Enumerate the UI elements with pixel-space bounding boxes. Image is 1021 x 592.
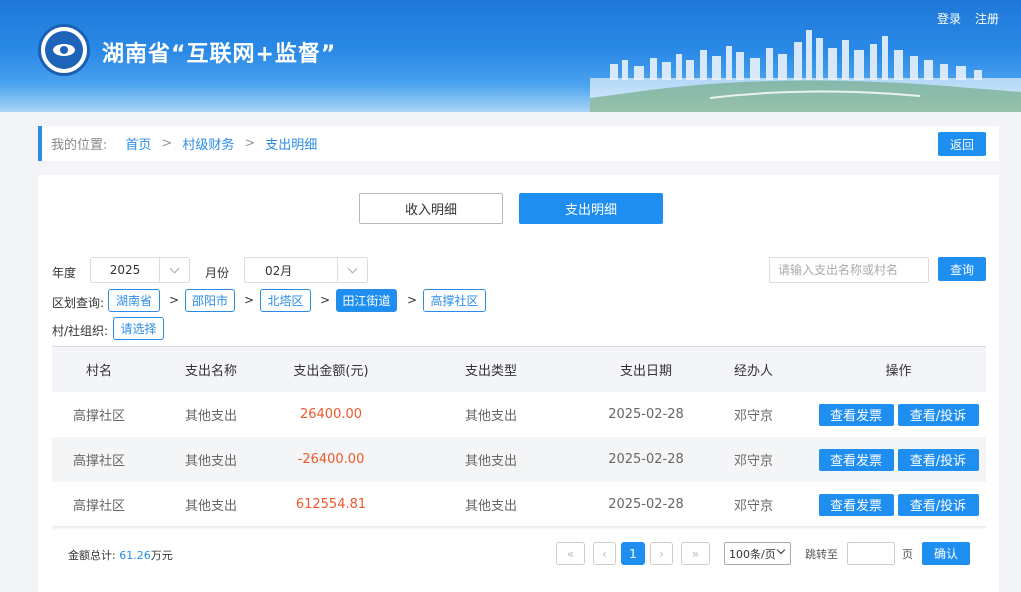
table-header: 村名 支出名称 支出金额(元) 支出类型 支出日期 经办人 操作 — [52, 346, 986, 392]
view-invoice-button[interactable]: 查看发票 — [818, 448, 894, 471]
eye-emblem-icon — [45, 31, 83, 69]
expense-table: 村名 支出名称 支出金额(元) 支出类型 支出日期 经办人 操作 高撑社区 其他… — [52, 346, 986, 527]
total-value: 61.26 — [119, 549, 151, 562]
table-row: 高撑社区 其他支出 -26400.00 其他支出 2025-02-28 邓守京 … — [52, 437, 986, 482]
village-cell: 高撑社区 — [72, 409, 125, 424]
breadcrumb-village-finance[interactable]: 村级财务 — [182, 134, 234, 153]
date-cell: 2025-02-28 — [608, 452, 684, 467]
site-title: 湖南省“互联网+监督” — [102, 42, 337, 67]
next-page-icon[interactable]: › — [650, 542, 673, 565]
handler-cell: 邓守京 — [733, 499, 773, 514]
breadcrumb-expense-detail[interactable]: 支出明细 — [265, 134, 317, 153]
chevron-down-icon — [337, 258, 367, 282]
date-cell: 2025-02-28 — [608, 497, 684, 512]
view-invoice-button[interactable]: 查看发票 — [818, 493, 894, 516]
view-invoice-button[interactable]: 查看发票 — [818, 403, 894, 426]
region-community[interactable]: 高撑社区 — [423, 289, 486, 312]
actions-cell: 查看发票 查看/投诉 — [811, 493, 986, 516]
village-cell: 高撑社区 — [72, 454, 125, 469]
amount-total: 金额总计: 61.26万元 — [68, 547, 173, 563]
site-header: 湖南省“互联网+监督” 登录 注册 — [0, 0, 1021, 112]
region-separator: > — [244, 293, 255, 307]
site-logo — [38, 24, 90, 76]
total-unit: 万元 — [150, 549, 173, 562]
col-amount: 支出金额(元) — [293, 364, 369, 379]
query-button[interactable]: 查询 — [938, 257, 986, 281]
region-label: 区划查询: — [52, 296, 105, 310]
back-button[interactable]: 返回 — [938, 132, 986, 156]
city-skyline-banner — [590, 30, 1021, 112]
tab-expense-detail[interactable]: 支出明细 — [519, 193, 663, 224]
region-street[interactable]: 田江街道 — [336, 289, 397, 312]
month-label: 月份 — [205, 266, 230, 280]
page-size-value: 100条/页 — [729, 547, 776, 561]
col-date: 支出日期 — [619, 364, 672, 379]
col-actions: 操作 — [885, 364, 912, 379]
org-select[interactable]: 请选择 — [113, 317, 164, 340]
chevron-down-icon — [159, 258, 189, 282]
type-cell: 其他支出 — [464, 409, 517, 424]
view-complaint-button[interactable]: 查看/投诉 — [897, 403, 979, 426]
year-select[interactable]: 2025 — [90, 257, 190, 283]
actions-cell: 查看发票 查看/投诉 — [811, 448, 986, 471]
month-select[interactable]: 02月 — [244, 257, 368, 283]
breadcrumb-home[interactable]: 首页 — [125, 134, 151, 153]
view-complaint-button[interactable]: 查看/投诉 — [897, 493, 979, 516]
year-value: 2025 — [109, 263, 141, 277]
breadcrumb-separator: > — [244, 136, 256, 151]
prev-page-icon[interactable]: ‹ — [593, 542, 616, 565]
view-complaint-button[interactable]: 查看/投诉 — [897, 448, 979, 471]
region-district[interactable]: 北塔区 — [260, 289, 311, 312]
page-label: 页 — [902, 548, 913, 561]
main-panel: 收入明细 支出明细 年度 2025 月份 02月 查询 区划查询: 湖南省 > … — [38, 175, 999, 592]
table-row: 高撑社区 其他支出 26400.00 其他支出 2025-02-28 邓守京 查… — [52, 392, 986, 437]
col-type: 支出类型 — [464, 364, 517, 379]
expense-name-cell: 其他支出 — [184, 409, 237, 424]
confirm-button[interactable]: 确认 — [922, 542, 970, 565]
amount-cell: -26400.00 — [297, 452, 365, 467]
total-label: 金额总计: — [68, 549, 116, 562]
region-separator: > — [320, 293, 331, 307]
expense-name-cell: 其他支出 — [184, 454, 237, 469]
last-page-icon[interactable]: » — [681, 542, 710, 565]
org-label: 村/社组织: — [52, 324, 109, 338]
breadcrumb-separator: > — [161, 136, 173, 151]
month-value: 02月 — [265, 263, 293, 278]
amount-cell: 26400.00 — [299, 407, 363, 422]
col-village: 村名 — [85, 364, 112, 379]
region-city[interactable]: 邵阳市 — [185, 289, 235, 312]
breadcrumb: 我的位置: 首页 > 村级财务 > 支出明细 返回 — [38, 126, 999, 161]
actions-cell: 查看发票 查看/投诉 — [811, 403, 986, 426]
region-province[interactable]: 湖南省 — [108, 289, 160, 312]
jump-label: 跳转至 — [805, 548, 838, 561]
handler-cell: 邓守京 — [733, 409, 773, 424]
jump-page-input[interactable] — [847, 542, 895, 565]
page-current[interactable]: 1 — [621, 542, 645, 565]
region-separator: > — [407, 293, 418, 307]
expense-name-cell: 其他支出 — [184, 499, 237, 514]
table-bottom-shadow — [52, 526, 986, 530]
handler-cell: 邓守京 — [733, 454, 773, 469]
type-cell: 其他支出 — [464, 454, 517, 469]
table-row: 高撑社区 其他支出 612554.81 其他支出 2025-02-28 邓守京 … — [52, 482, 986, 527]
first-page-icon[interactable]: « — [556, 542, 585, 565]
page-size-select[interactable]: 100条/页 — [724, 542, 791, 565]
tab-income-detail[interactable]: 收入明细 — [359, 193, 503, 224]
village-cell: 高撑社区 — [72, 499, 125, 514]
year-label: 年度 — [52, 266, 77, 280]
search-input[interactable] — [769, 257, 929, 283]
amount-cell: 612554.81 — [295, 497, 367, 512]
region-separator: > — [169, 293, 180, 307]
col-handler: 经办人 — [733, 364, 773, 379]
col-expense-name: 支出名称 — [184, 364, 237, 379]
breadcrumb-label: 我的位置: — [51, 138, 108, 153]
type-cell: 其他支出 — [464, 499, 517, 514]
chevron-down-icon — [776, 545, 786, 555]
date-cell: 2025-02-28 — [608, 407, 684, 422]
